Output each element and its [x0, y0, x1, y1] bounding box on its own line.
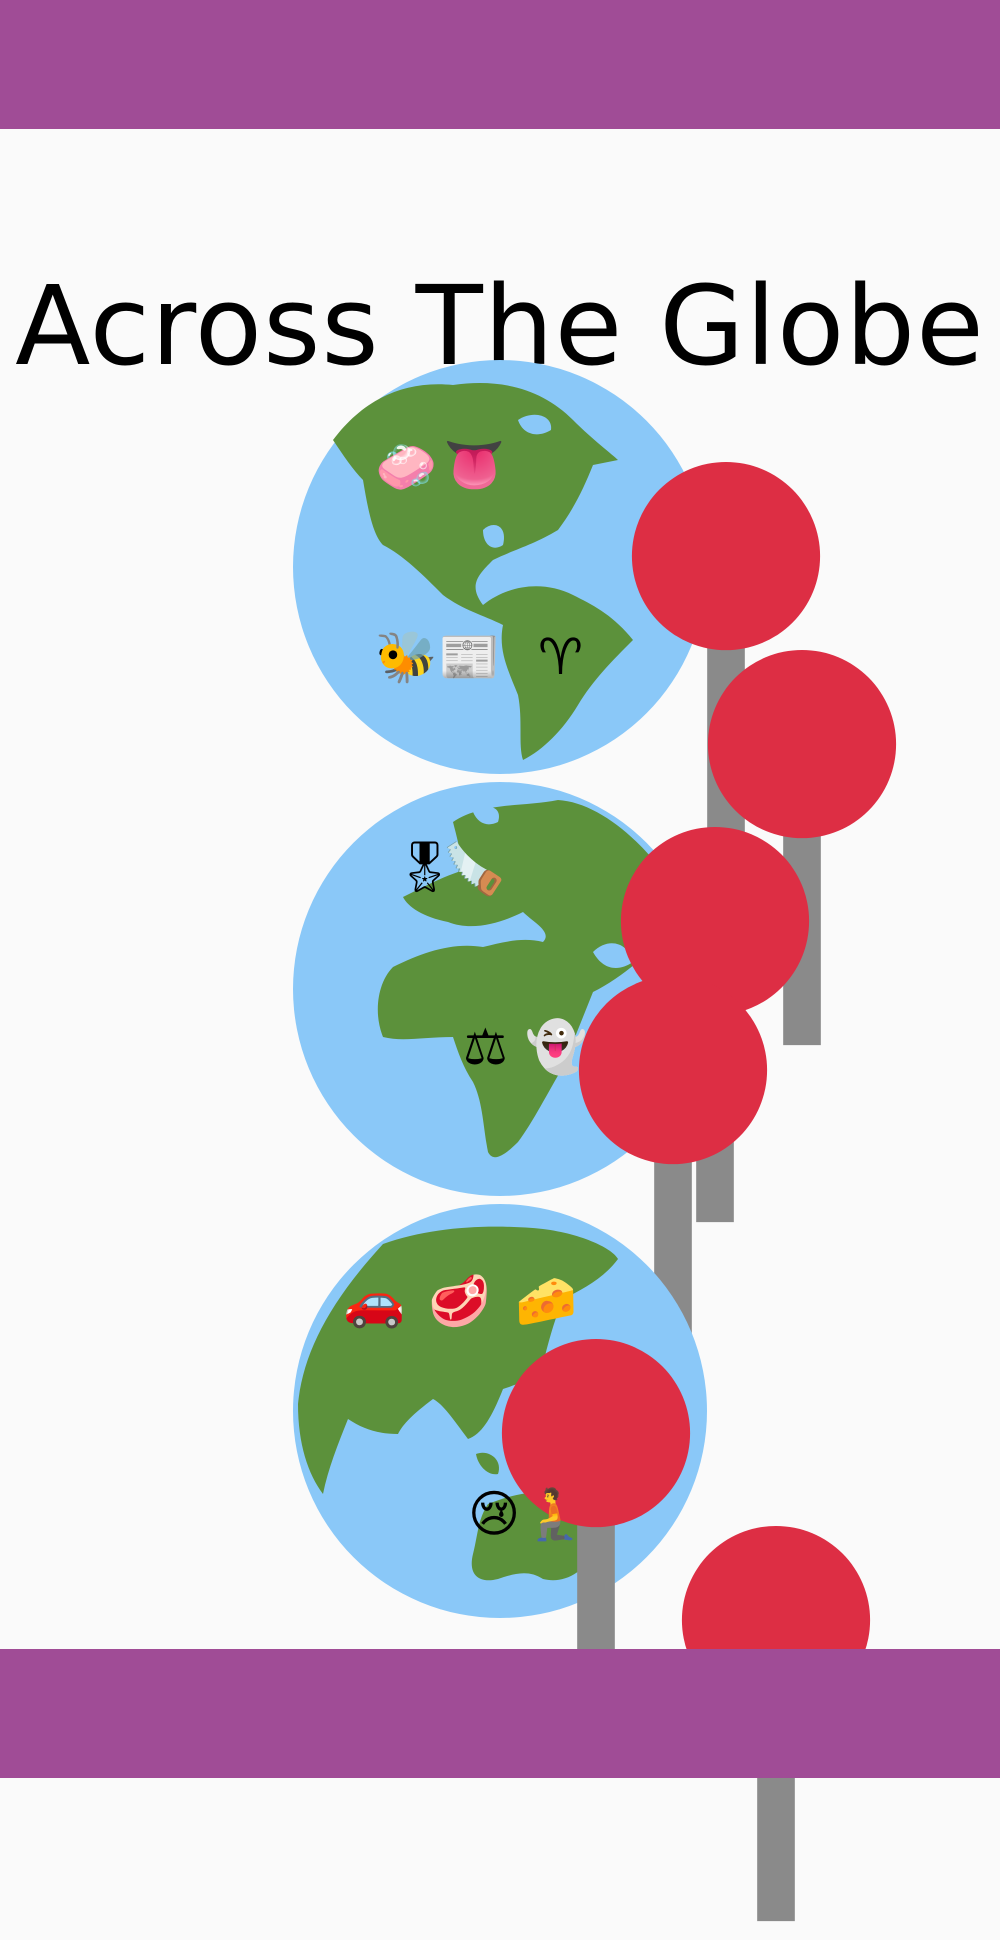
- ghost-icon: 👻: [525, 1018, 588, 1076]
- aries-icon: ♈: [538, 628, 583, 686]
- soap-icon: 🧼: [375, 438, 438, 496]
- saw-icon: 🪚: [443, 840, 506, 898]
- scales-icon: ⚖: [463, 1018, 508, 1076]
- bottom-banner: [0, 1649, 1000, 1778]
- globe-asia-australia: 🚗 🥩 🧀 😢 🧎: [293, 1204, 871, 1922]
- tongue-icon: 👅: [443, 436, 506, 494]
- steak-icon: 🥩: [428, 1272, 491, 1330]
- globe-americas: 🧼 👅 🐝 📰 ♈: [293, 360, 897, 1046]
- newspaper-icon: 📰: [438, 628, 501, 686]
- top-banner: [0, 0, 1000, 129]
- bee-icon: 🐝: [375, 628, 438, 686]
- cheese-icon: 🧀: [515, 1272, 578, 1330]
- car-icon: 🚗: [343, 1272, 406, 1330]
- globe-europe-africa: 🎖 🪚 ⚖ 👻: [293, 782, 810, 1372]
- crying-face-icon: 😢: [468, 1485, 521, 1543]
